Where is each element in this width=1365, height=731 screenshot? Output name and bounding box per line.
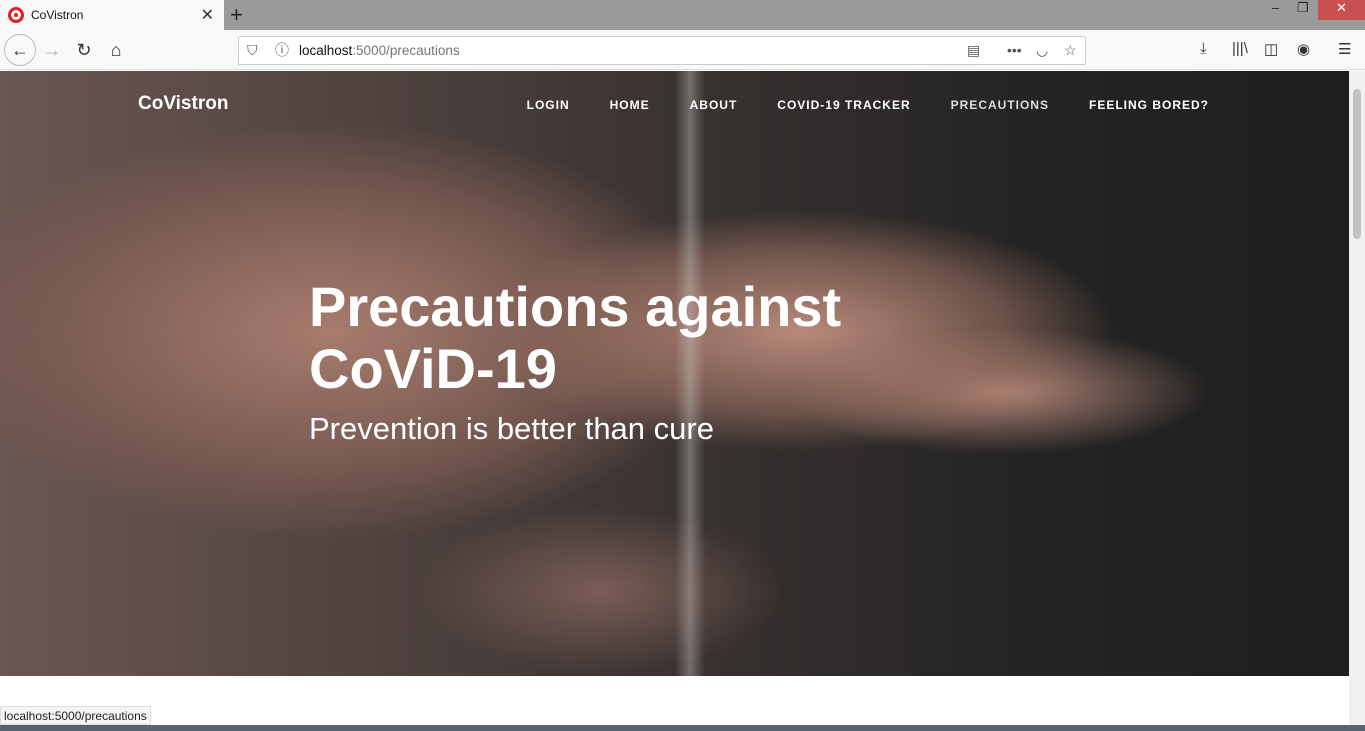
- downloads-icon[interactable]: ⤓: [1200, 40, 1207, 57]
- nav-login[interactable]: LOGIN: [527, 98, 570, 112]
- library-icon[interactable]: |||\: [1232, 40, 1248, 57]
- reader-view-icon[interactable]: ▤: [967, 37, 980, 64]
- back-button[interactable]: ←: [4, 34, 36, 66]
- info-icon[interactable]: ⓘ: [275, 37, 289, 64]
- status-bar: localhost:5000/precautions: [0, 706, 151, 725]
- browser-toolbar: ← → ↻ ⌂ ⛉ ⓘ localhost:5000/precautions ▤…: [0, 30, 1365, 70]
- sidebar-icon[interactable]: ◫: [1264, 40, 1278, 58]
- nav-feeling-bored[interactable]: FEELING BORED?: [1089, 98, 1209, 112]
- nav-precautions[interactable]: PRECAUTIONS: [951, 98, 1049, 112]
- close-window-button[interactable]: ✕: [1318, 0, 1365, 20]
- minimize-button[interactable]: –: [1272, 0, 1279, 20]
- url-bar[interactable]: ⛉ ⓘ localhost:5000/precautions ▤ ••• ◡ ☆: [238, 36, 1086, 65]
- new-tab-button[interactable]: +: [230, 2, 243, 28]
- account-icon[interactable]: ◉: [1297, 40, 1310, 58]
- home-button[interactable]: ⌂: [102, 36, 130, 64]
- pocket-icon[interactable]: ◡: [1036, 37, 1048, 64]
- hero-section: CoVistron LOGIN HOME ABOUT COVID-19 TRAC…: [0, 71, 1349, 676]
- hero-title: Precautions against CoViD-19: [309, 275, 842, 400]
- reload-button[interactable]: ↻: [70, 36, 98, 64]
- os-taskbar: [0, 725, 1365, 731]
- forward-button[interactable]: →: [38, 36, 66, 64]
- shield-icon[interactable]: ⛉: [247, 37, 258, 64]
- page-scrollbar[interactable]: [1349, 71, 1365, 725]
- site-nav: LOGIN HOME ABOUT COVID-19 TRACKER PRECAU…: [527, 98, 1209, 112]
- tab-bar: CoVistron ✕ + – ❐ ✕: [0, 0, 1365, 30]
- hero-subtitle: Prevention is better than cure: [309, 411, 714, 446]
- nav-home[interactable]: HOME: [610, 98, 650, 112]
- browser-tab[interactable]: CoVistron ✕: [0, 0, 224, 30]
- tab-title: CoVistron: [31, 8, 84, 22]
- restore-button[interactable]: ❐: [1297, 0, 1309, 20]
- nav-about[interactable]: ABOUT: [690, 98, 738, 112]
- scrollbar-thumb[interactable]: [1353, 89, 1361, 239]
- site-favicon-icon: [8, 7, 24, 23]
- more-actions-icon[interactable]: •••: [1007, 37, 1022, 64]
- url-host: localhost: [299, 43, 353, 58]
- menu-icon[interactable]: ☰: [1338, 40, 1351, 58]
- nav-covid-tracker[interactable]: COVID-19 TRACKER: [777, 98, 910, 112]
- close-tab-icon[interactable]: ✕: [201, 5, 214, 25]
- bookmark-star-icon[interactable]: ☆: [1064, 37, 1077, 64]
- url-path: :5000/precautions: [352, 43, 460, 58]
- site-brand[interactable]: CoVistron: [138, 93, 228, 115]
